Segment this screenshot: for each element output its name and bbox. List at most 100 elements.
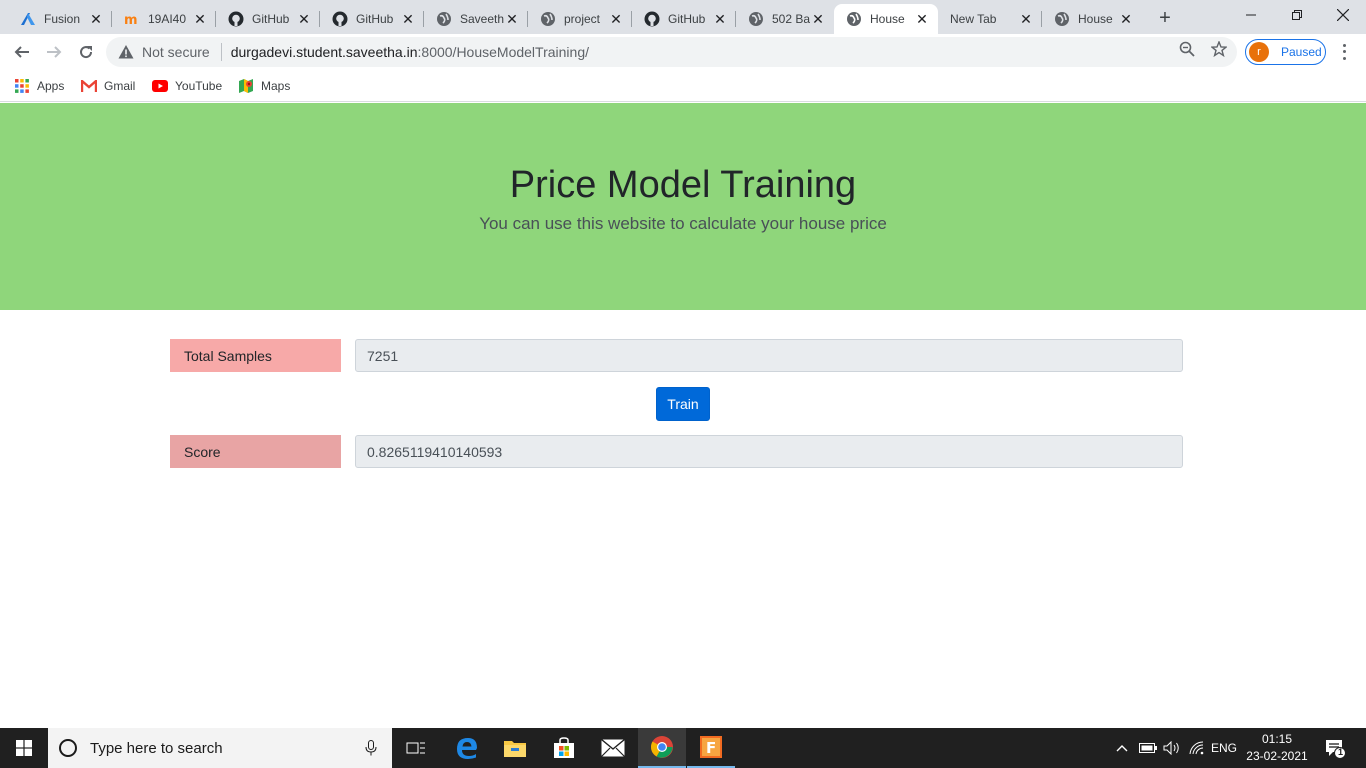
bookmark-gmail[interactable]: Gmail bbox=[81, 76, 135, 96]
close-icon[interactable]: ✕ bbox=[712, 11, 728, 27]
tab-github-3[interactable]: GitHub ✕ bbox=[632, 4, 736, 34]
back-button[interactable] bbox=[8, 38, 36, 66]
minimize-button[interactable] bbox=[1228, 0, 1274, 30]
tab-title: New Tab bbox=[950, 12, 997, 26]
menu-kebab-icon[interactable] bbox=[1336, 42, 1352, 62]
mail-icon[interactable] bbox=[589, 728, 637, 768]
tab-title: 502 Bad bbox=[772, 12, 810, 26]
battery-icon[interactable] bbox=[1137, 728, 1159, 768]
tab-strip: Fusion ✕ m 19AI40 ✕ GitHub ✕ GitHub ✕ Sa… bbox=[0, 0, 1366, 34]
tab-github-2[interactable]: GitHub ✕ bbox=[320, 4, 424, 34]
notification-icon[interactable]: 1 bbox=[1318, 728, 1352, 768]
bookmark-maps[interactable]: Maps bbox=[238, 76, 290, 96]
tab-saveetha[interactable]: Saveetha ✕ bbox=[424, 4, 528, 34]
tab-house-active[interactable]: House ✕ bbox=[834, 4, 938, 34]
volume-icon[interactable] bbox=[1161, 728, 1183, 768]
header-banner: Price Model Training You can use this we… bbox=[0, 103, 1366, 310]
clock[interactable]: 01:15 23-02-2021 bbox=[1245, 731, 1309, 765]
globe-icon bbox=[540, 11, 556, 27]
tab-title: GitHub bbox=[252, 12, 290, 26]
tab-title: Fusion bbox=[44, 12, 81, 26]
fusion360-icon[interactable]: F bbox=[687, 728, 735, 768]
tab-title: House bbox=[1078, 12, 1113, 26]
tab-fusion[interactable]: Fusion ✕ bbox=[8, 4, 112, 34]
score-row: Score 0.8265119410140593 bbox=[170, 435, 1183, 468]
language-indicator[interactable]: ENG bbox=[1208, 728, 1240, 768]
bookmark-star-icon[interactable] bbox=[1211, 41, 1227, 57]
close-icon[interactable]: ✕ bbox=[1118, 11, 1134, 27]
bookmarks-bar: Apps Gmail YouTube Maps bbox=[0, 70, 1366, 102]
score-field[interactable]: 0.8265119410140593 bbox=[355, 435, 1183, 468]
globe-icon bbox=[748, 11, 764, 27]
clock-date: 23-02-2021 bbox=[1246, 749, 1308, 763]
chevron-up-icon[interactable] bbox=[1113, 728, 1131, 768]
cortana-icon bbox=[58, 738, 78, 758]
restore-button[interactable] bbox=[1274, 0, 1320, 30]
warning-icon[interactable] bbox=[118, 44, 134, 60]
zoom-icon[interactable] bbox=[1179, 41, 1195, 57]
tab-project[interactable]: project ✕ bbox=[528, 4, 632, 34]
close-icon[interactable]: ✕ bbox=[400, 11, 416, 27]
page-subtitle: You can use this website to calculate yo… bbox=[479, 214, 887, 233]
profile-button[interactable]: r Paused bbox=[1245, 39, 1326, 65]
page-title: Price Model Training bbox=[509, 164, 857, 206]
url-text[interactable]: durgadevi.student.saveetha.in:8000/House… bbox=[231, 44, 589, 60]
close-icon[interactable]: ✕ bbox=[810, 11, 826, 27]
search-placeholder: Type here to search bbox=[90, 739, 223, 757]
globe-icon bbox=[436, 11, 452, 27]
tab-title: project bbox=[564, 12, 601, 26]
notification-count: 1 bbox=[1338, 747, 1344, 757]
avatar: r bbox=[1249, 42, 1269, 62]
total-samples-label: Total Samples bbox=[170, 339, 341, 372]
gmail-icon bbox=[81, 78, 97, 94]
close-icon[interactable]: ✕ bbox=[914, 11, 930, 27]
store-icon[interactable] bbox=[540, 728, 588, 768]
github-icon bbox=[332, 11, 348, 27]
windows-logo-icon bbox=[16, 740, 32, 756]
url-path: :8000/HouseModelTraining/ bbox=[417, 44, 589, 60]
youtube-icon bbox=[152, 78, 168, 94]
github-icon bbox=[228, 11, 244, 27]
security-label[interactable]: Not secure bbox=[142, 44, 210, 60]
close-window-button[interactable] bbox=[1320, 0, 1366, 30]
new-tab-button[interactable]: + bbox=[1153, 6, 1177, 30]
forward-button[interactable] bbox=[40, 38, 68, 66]
close-icon[interactable]: ✕ bbox=[608, 11, 624, 27]
tab-title: GitHub bbox=[356, 12, 394, 26]
globe-icon bbox=[1054, 11, 1070, 27]
tab-new-tab[interactable]: New Tab ✕ bbox=[938, 4, 1042, 34]
microphone-icon[interactable] bbox=[364, 740, 378, 756]
close-icon[interactable]: ✕ bbox=[192, 11, 208, 27]
file-explorer-icon[interactable] bbox=[491, 728, 539, 768]
task-view-icon[interactable] bbox=[392, 728, 440, 768]
total-samples-field[interactable]: 7251 bbox=[355, 339, 1183, 372]
train-button[interactable]: Train bbox=[656, 387, 710, 421]
bookmark-label: Apps bbox=[37, 79, 65, 93]
tab-title: House bbox=[870, 12, 905, 26]
taskbar-search[interactable]: Type here to search bbox=[48, 728, 392, 768]
bookmark-apps[interactable]: Apps bbox=[14, 76, 64, 96]
edge-icon[interactable] bbox=[443, 728, 491, 768]
svg-text:m: m bbox=[124, 13, 138, 27]
bookmark-label: Maps bbox=[261, 79, 291, 93]
start-button[interactable] bbox=[0, 728, 48, 768]
profile-status: Paused bbox=[1281, 45, 1322, 59]
close-icon[interactable]: ✕ bbox=[88, 11, 104, 27]
browser-toolbar: Not secure durgadevi.student.saveetha.in… bbox=[0, 34, 1366, 70]
tab-19ai40[interactable]: m 19AI40 ✕ bbox=[112, 4, 216, 34]
tab-house[interactable]: House ✕ bbox=[1042, 4, 1142, 34]
tab-github-1[interactable]: GitHub ✕ bbox=[216, 4, 320, 34]
close-icon[interactable]: ✕ bbox=[1018, 11, 1034, 27]
close-icon[interactable]: ✕ bbox=[296, 11, 312, 27]
bookmark-youtube[interactable]: YouTube bbox=[152, 76, 222, 96]
tab-502-bad[interactable]: 502 Bad ✕ bbox=[736, 4, 834, 34]
wifi-icon[interactable] bbox=[1186, 728, 1208, 768]
score-label: Score bbox=[170, 435, 341, 468]
close-icon[interactable]: ✕ bbox=[504, 11, 520, 27]
tab-title: Saveetha bbox=[460, 12, 504, 26]
chrome-icon[interactable] bbox=[638, 728, 686, 768]
address-bar[interactable]: Not secure durgadevi.student.saveetha.in… bbox=[106, 37, 1237, 67]
clock-time: 01:15 bbox=[1261, 732, 1293, 746]
reload-button[interactable] bbox=[72, 38, 100, 66]
bookmark-label: Gmail bbox=[104, 79, 136, 93]
